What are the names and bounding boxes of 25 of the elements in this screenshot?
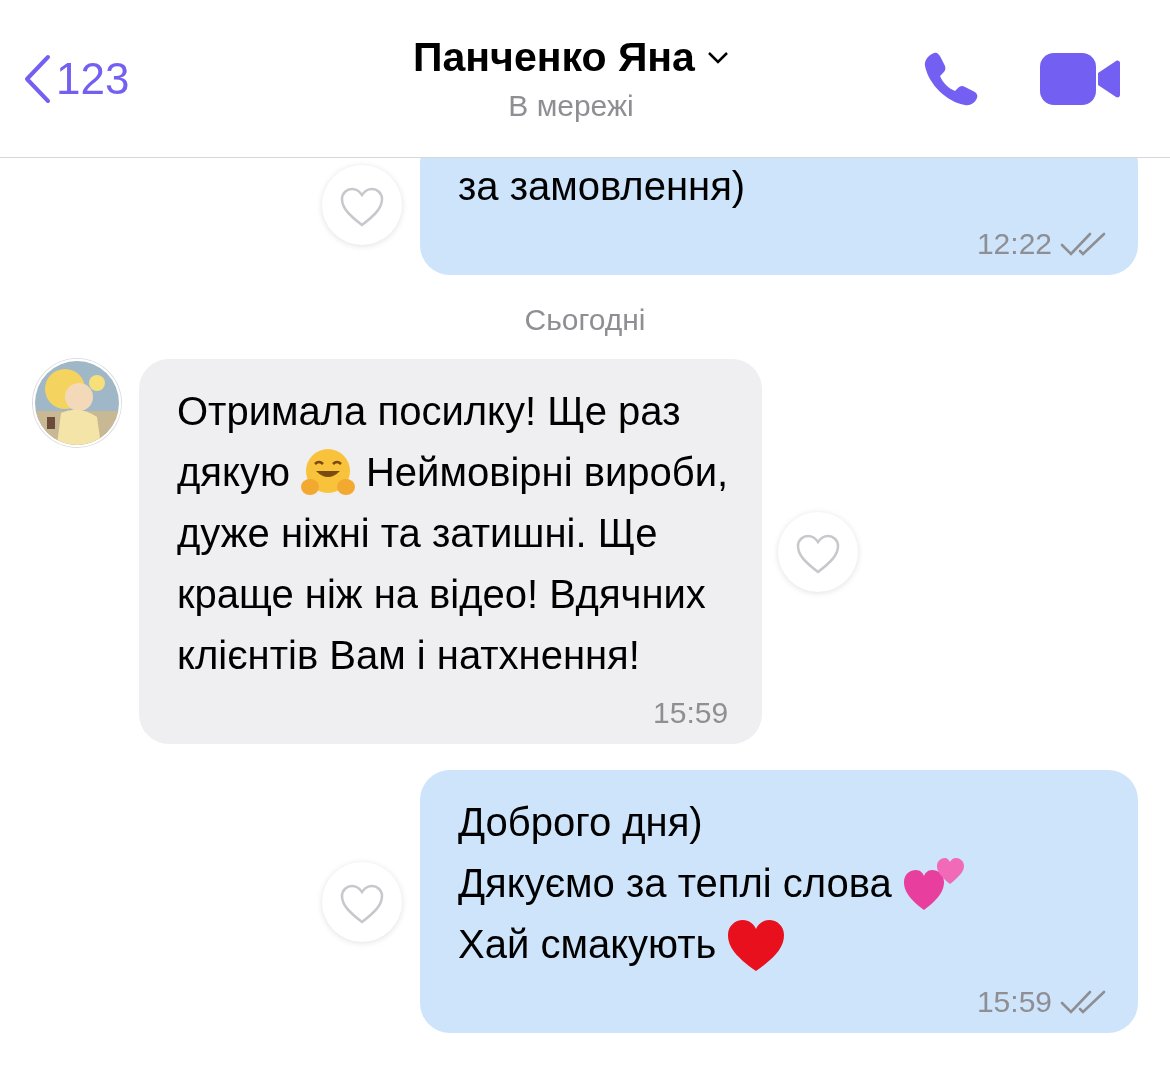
message-text: дуже ніжні та затишні. Ще	[177, 511, 658, 556]
heart-outline-icon	[795, 532, 842, 575]
contact-name[interactable]: Панченко Яна	[413, 34, 695, 81]
message-text: Неймовірні вироби,	[365, 450, 729, 495]
heart-outline-icon	[339, 882, 385, 925]
message-text: дякую	[177, 450, 290, 495]
date-separator: Сьогодні	[524, 303, 646, 337]
contact-status: В мережі	[508, 89, 634, 123]
video-camera-icon[interactable]	[1040, 50, 1120, 107]
back-button[interactable]: 123	[22, 53, 322, 104]
chevron-down-icon[interactable]	[706, 50, 729, 65]
message-text: за замовлення)	[458, 164, 746, 209]
message-text: Доброго дня)	[458, 800, 703, 845]
message-time: 15:59	[653, 696, 729, 730]
message-text: Хай смакують	[458, 922, 717, 967]
message-text: Дякуємо за теплі слова	[458, 861, 892, 906]
heart-outline-icon	[339, 185, 385, 228]
message-text: Отримала посилку! Ще раз	[177, 389, 681, 434]
message-text: клієнтів Вам і натхнення!	[177, 633, 640, 678]
message-text: краще ніж на відео! Вдячних	[177, 572, 706, 617]
chevron-left-icon[interactable]	[22, 53, 52, 104]
message-time: 12:22	[976, 227, 1052, 261]
message-time: 15:59	[976, 985, 1052, 1019]
double-check-icon	[1060, 989, 1108, 1015]
double-check-icon	[1060, 231, 1108, 257]
